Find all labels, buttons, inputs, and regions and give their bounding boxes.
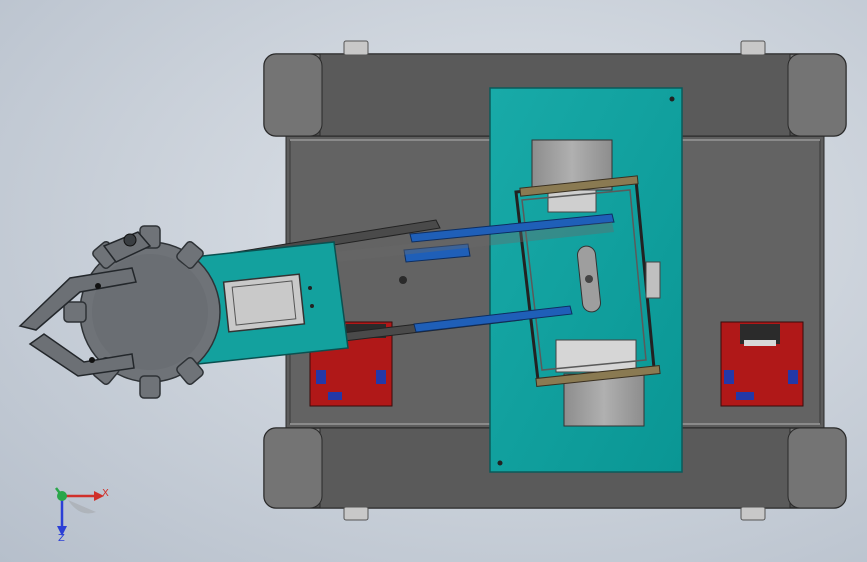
cad-viewport[interactable]: X Z [0, 0, 867, 562]
axis-z-label: Z [58, 533, 65, 544]
axis-triad[interactable]: X Z [48, 482, 118, 552]
motor-driver-board-right[interactable] [720, 321, 804, 407]
robot-model-view[interactable] [0, 0, 867, 562]
axis-x-label: X [102, 488, 109, 499]
